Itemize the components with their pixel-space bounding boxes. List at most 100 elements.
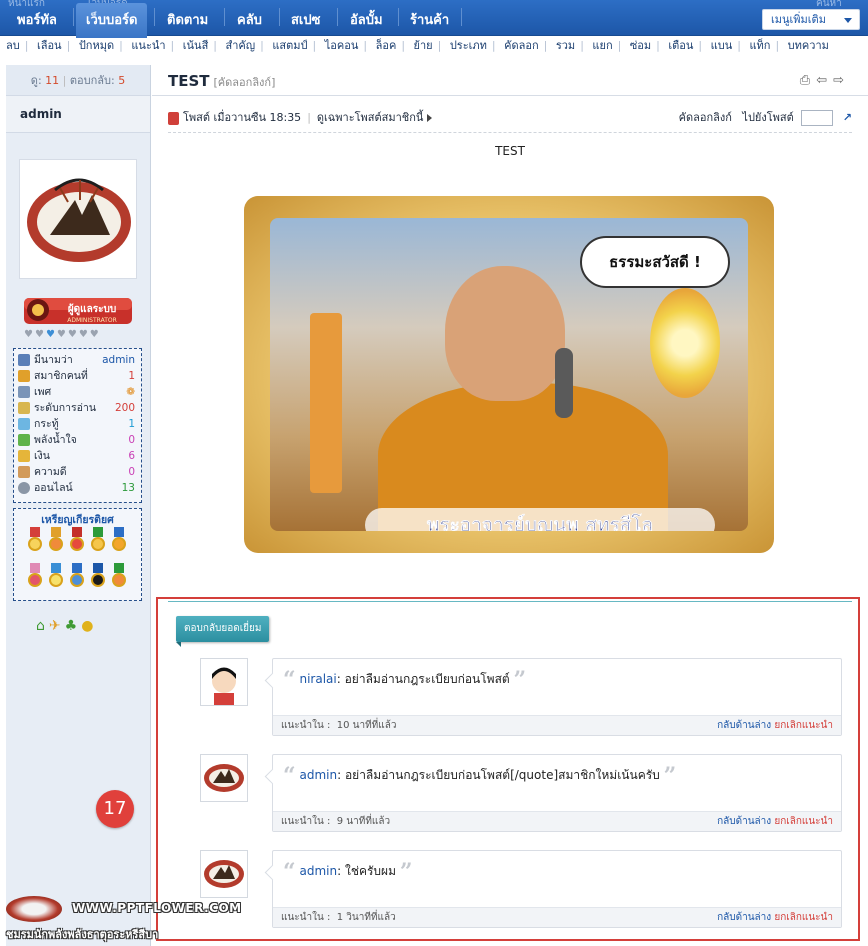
reply-author[interactable]: admin	[299, 768, 337, 782]
best-replies-tab[interactable]: ตอบกลับยอดเยี่ยม	[176, 616, 270, 647]
add-friend-icon[interactable]: ♣	[65, 618, 82, 634]
reply-avatar[interactable]	[200, 658, 248, 706]
mod-ban[interactable]: แบน	[711, 39, 733, 52]
greeting-speech-bubble: ธรรมะสวัสดี !	[580, 236, 730, 288]
reply-footer: แนะนำใน : 9 นาทีที่แล้ว กลับด้านล่าง ยกเ…	[273, 811, 841, 831]
watermark-club-name: ชมรมนักพลังพลังธาตุอระหรีสีบา	[6, 928, 159, 941]
nav-shop[interactable]: ร้านค้า	[410, 9, 449, 30]
gift-icon[interactable]: ●	[81, 618, 97, 634]
recommended-reply: “ niralai: อย่าลืมอ่านกฎระเบียบก่อนโพสต์…	[168, 658, 848, 738]
close-quote-icon: ”	[399, 859, 413, 885]
copy-link-button[interactable]: คัดลอกลิงก์	[679, 111, 732, 124]
mod-lock[interactable]: ล็อค	[376, 39, 397, 52]
close-quote-icon: ”	[663, 763, 677, 789]
female-user-icon	[168, 111, 179, 125]
nav-portal[interactable]: พอร์ทัล	[17, 9, 57, 30]
medal-icon[interactable]	[27, 527, 43, 557]
goto-post-label: ไปยังโพสต์	[742, 111, 794, 124]
mod-type[interactable]: ประเภท	[450, 39, 487, 52]
copy-link-link[interactable]: [คัดลอกลิงก์]	[214, 76, 276, 89]
medal-icon[interactable]	[90, 563, 106, 593]
nav-space[interactable]: สเปซ	[291, 9, 320, 30]
recommended-replies-panel: ตอบกลับยอดเยี่ยม “ niralai: อย่าลืมอ่านก…	[168, 601, 852, 937]
cancel-recommend-link[interactable]: ยกเลิกแนะนำ	[774, 720, 833, 731]
reply-author[interactable]: niralai	[299, 672, 336, 686]
medal-icon[interactable]	[69, 527, 85, 557]
author-avatar[interactable]	[19, 159, 137, 279]
badge-subtitle: ADMINISTRATOR	[67, 317, 117, 324]
mod-pin[interactable]: ปักหมุด	[79, 39, 114, 52]
mod-warn[interactable]: เตือน	[668, 39, 693, 52]
cancel-recommend-link[interactable]: ยกเลิกแนะนำ	[774, 816, 833, 827]
nav-separator	[73, 8, 74, 26]
medal-icon[interactable]	[111, 563, 127, 593]
views-label: ดู:	[30, 74, 42, 87]
leaf-icon	[18, 434, 30, 446]
reply-avatar[interactable]	[200, 754, 248, 802]
medal-icon[interactable]	[48, 527, 64, 557]
print-icon[interactable]: ⎙	[800, 73, 816, 88]
mod-sink[interactable]: เลือน	[37, 39, 62, 52]
recommended-reply: “ admin: ใช่ครับผม ” แนะนำใน : 1 วินาทีท…	[168, 850, 848, 930]
mod-important[interactable]: สำคัญ	[226, 39, 256, 52]
nav-separator	[337, 8, 338, 26]
info-row: กระทู้ 1	[18, 416, 137, 432]
send-message-icon[interactable]: ✈	[49, 618, 65, 634]
mod-delete[interactable]: ลบ	[6, 39, 20, 52]
microphone-icon	[555, 348, 573, 418]
mod-copy[interactable]: คัดลอก	[504, 39, 539, 52]
open-quote-icon: “	[283, 763, 296, 789]
goto-post-input[interactable]	[801, 110, 834, 126]
author-username[interactable]: admin	[6, 96, 150, 133]
mod-tag[interactable]: แท็ก	[749, 39, 770, 52]
reply-avatar[interactable]	[200, 850, 248, 898]
info-row: ความดี 0	[18, 464, 137, 480]
author-action-icons: ⌂✈♣●	[36, 618, 126, 634]
reply-message: ใช่ครับผม	[344, 864, 396, 878]
mod-split[interactable]: แยก	[592, 39, 612, 52]
back-to-post-link[interactable]: กลับด้านล่าง	[717, 720, 771, 731]
mod-article[interactable]: บทความ	[788, 39, 829, 52]
reply-author[interactable]: admin	[299, 864, 337, 878]
nav-separator	[461, 8, 462, 26]
mod-recommend[interactable]: แนะนำ	[131, 39, 165, 52]
nav-follow[interactable]: ติดตาม	[167, 9, 208, 30]
more-menu-dropdown[interactable]: เมนูเพิ่มเติม	[762, 9, 860, 30]
mod-move[interactable]: ย้าย	[414, 39, 433, 52]
replies-label: ตอบกลับ:	[69, 74, 115, 87]
post-image[interactable]: ธรรมะสวัสดี ! พระอาจารย์บุญนพ สุทุรสีโล	[244, 196, 774, 553]
mod-repair[interactable]: ซ่อม	[630, 39, 651, 52]
medal-icon[interactable]	[69, 563, 85, 593]
nav-webboard[interactable]: เว็บบอร์ด	[76, 3, 148, 38]
bread-icon	[18, 466, 30, 478]
divider	[168, 132, 852, 133]
mod-stamp[interactable]: แสตมป์	[272, 39, 307, 52]
mod-highlight[interactable]: เน้นสี	[183, 39, 209, 52]
author-only-link[interactable]: ดูเฉพาะโพสต์สมาชิกนี้	[317, 111, 424, 124]
medal-icon[interactable]	[48, 563, 64, 593]
mod-merge[interactable]: รวม	[556, 39, 575, 52]
next-thread-icon[interactable]: ⇨	[833, 73, 850, 88]
nav-separator	[279, 8, 280, 26]
medal-icon[interactable]	[111, 527, 127, 557]
nav-album[interactable]: อัลบั้ม	[350, 9, 383, 30]
home-icon[interactable]: ⌂	[36, 618, 49, 634]
mod-icon[interactable]: ไอคอน	[325, 39, 359, 52]
medal-icon[interactable]	[90, 527, 106, 557]
go-arrow-icon[interactable]: ↗	[843, 108, 852, 128]
reply-footer: แนะนำใน : 1 วินาทีที่แล้ว กลับด้านล่าง ย…	[273, 907, 841, 927]
thread-stats: ดู: 11 | ตอบกลับ: 5	[6, 65, 150, 96]
cancel-recommend-link[interactable]: ยกเลิกแนะนำ	[774, 912, 833, 923]
info-row: ระดับการอ่าน 200	[18, 400, 137, 416]
medal-icon[interactable]	[27, 563, 43, 593]
back-to-post-link[interactable]: กลับด้านล่าง	[717, 912, 771, 923]
info-row: เพศ ❁	[18, 384, 137, 400]
clock-icon	[18, 482, 30, 494]
open-quote-icon: “	[283, 859, 296, 885]
prev-thread-icon[interactable]: ⇦	[816, 73, 833, 88]
nav-club[interactable]: คลับ	[237, 9, 262, 30]
admin-rank-badge: ผู้ดูแลระบบ ADMINISTRATOR	[22, 294, 134, 328]
recommended-reply: “ admin: อย่าลืมอ่านกฎระเบียบก่อนโพสต์[/…	[168, 754, 848, 834]
more-menu-label: เมนูเพิ่มเติม	[771, 13, 826, 26]
back-to-post-link[interactable]: กลับด้านล่าง	[717, 816, 771, 827]
